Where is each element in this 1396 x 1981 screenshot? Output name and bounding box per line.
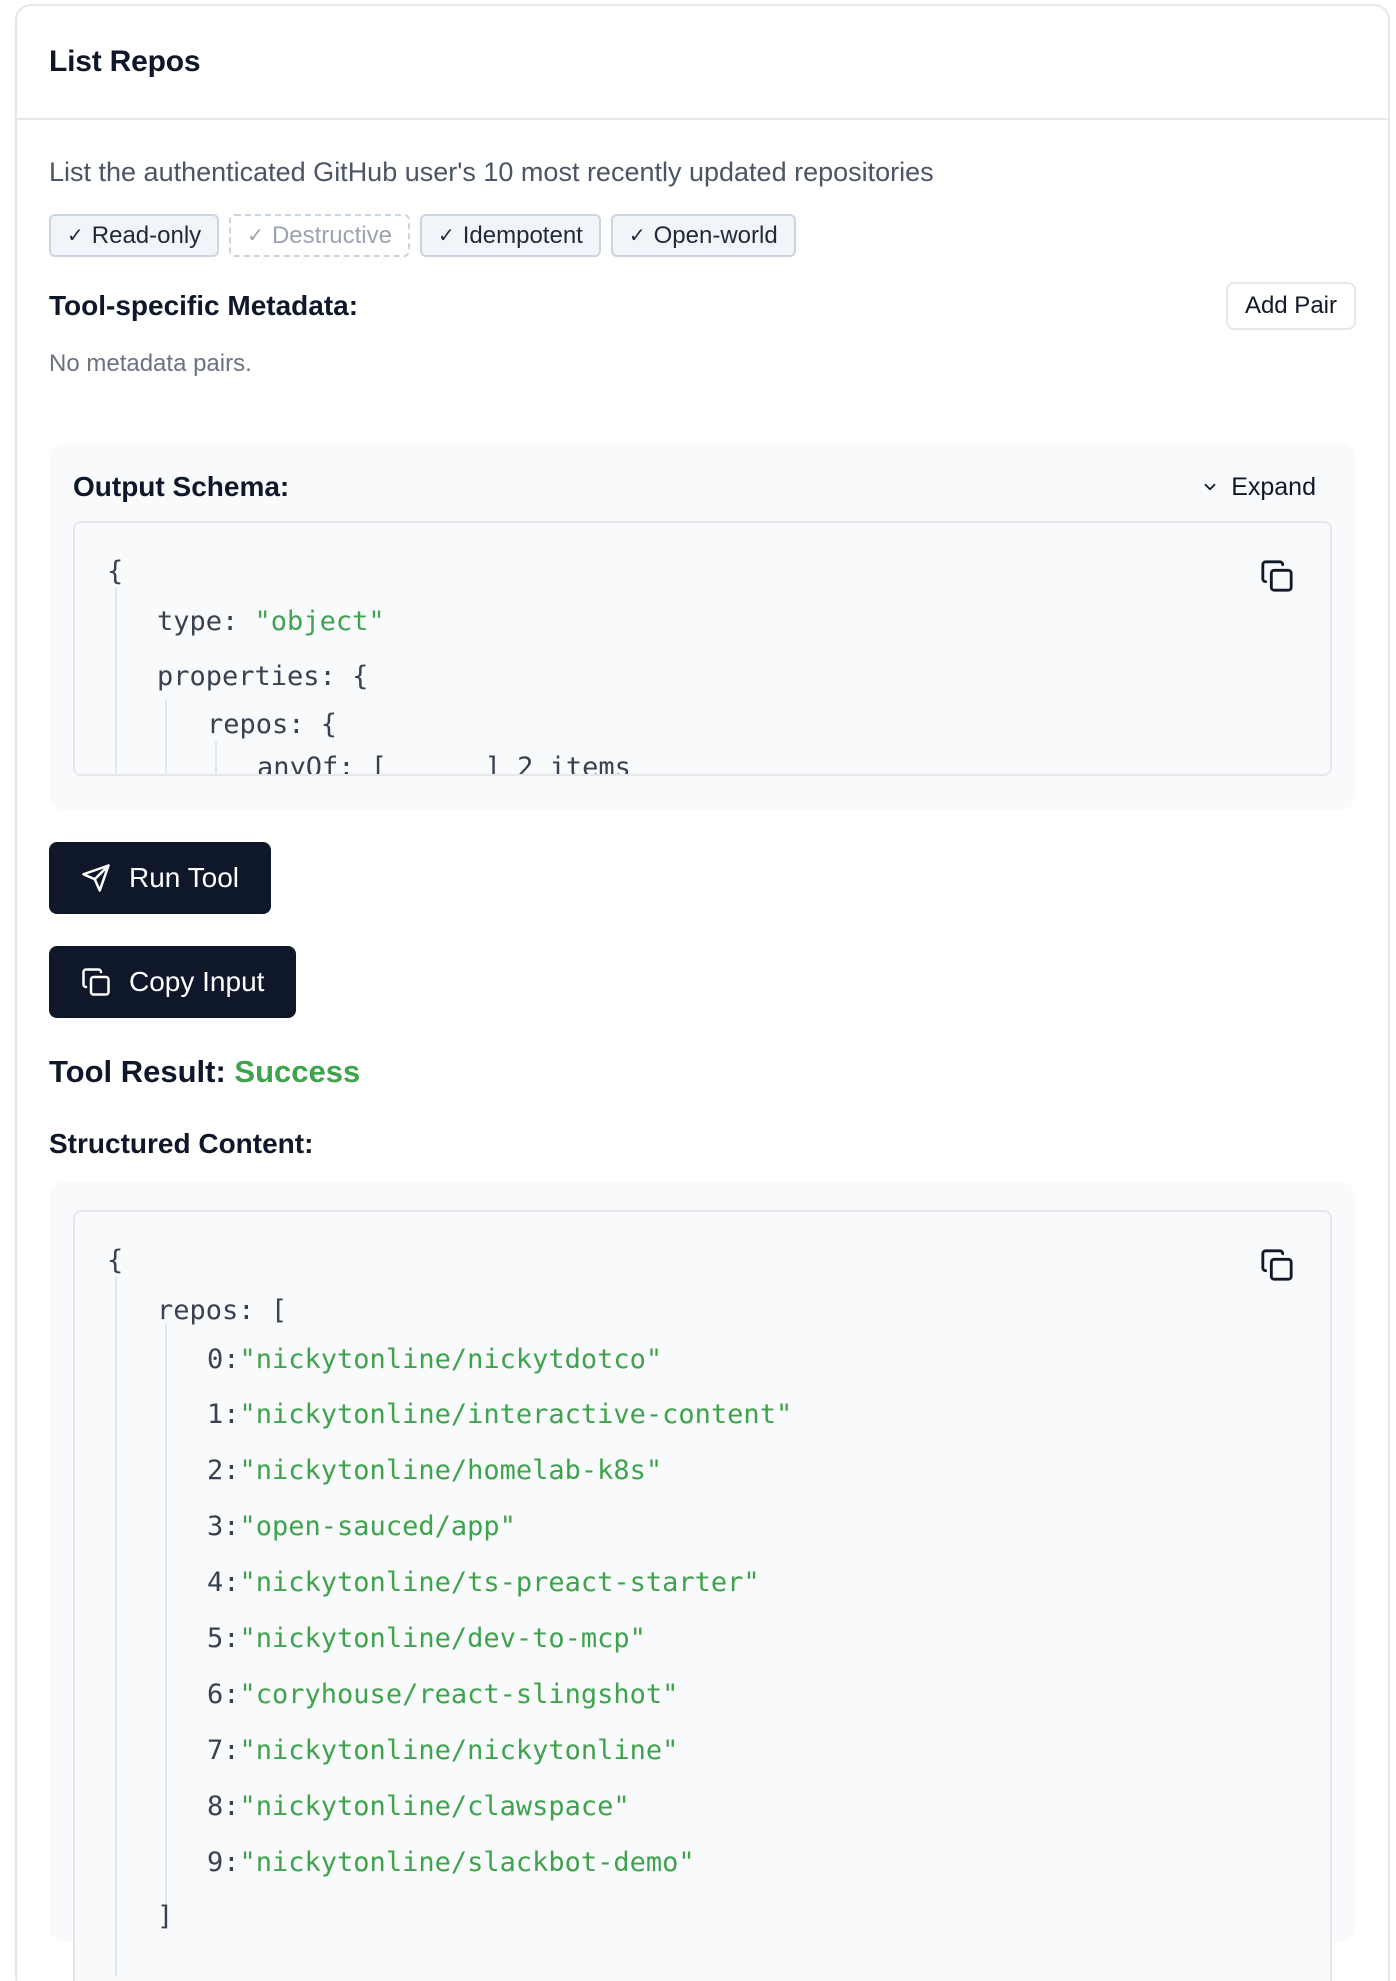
structured-content-title: Structured Content: [49,1128,314,1159]
badge-idempotent: ✓ Idempotent [419,214,601,257]
copy-icon [82,968,110,996]
card-body: List the authenticated GitHub user's 10 … [17,153,1388,1981]
json-line-repos: repos: { [207,709,338,740]
json-array-item: 8:"nickytonline/clawspace" [207,1791,630,1822]
metadata-empty-text: No metadata pairs. [49,350,252,377]
copy-icon[interactable] [1260,559,1294,593]
indent-guide [165,1324,167,1904]
chevron-down-icon [1204,483,1216,491]
json-array-item: 5:"nickytonline/dev-to-mcp" [207,1623,646,1654]
add-pair-button[interactable]: Add Pair [1225,282,1356,330]
tool-result-heading: Tool Result: Success [49,1054,361,1089]
json-array-item: 2:"nickytonline/homelab-k8s" [207,1455,663,1486]
indent-guide [215,741,217,774]
tool-title: List Repos [49,45,201,78]
json-line-properties: properties: { [157,661,369,692]
output-schema-header: Output Schema: Expand [73,471,1332,503]
structured-content-panel: { repos: [ 0:"nickytonline/nickytdotco" … [49,1182,1356,1981]
check-icon: ✓ [247,225,264,247]
check-icon: ✓ [67,225,84,247]
run-tool-button[interactable]: Run Tool [49,842,272,914]
check-icon: ✓ [437,225,455,247]
json-close-bracket: ] [157,1901,174,1932]
metadata-header: Tool-specific Metadata: Add Pair [49,282,1356,330]
json-brace: { [107,1245,124,1276]
json-array-item: 9:"nickytonline/slackbot-demo" [207,1847,695,1878]
output-schema-json: { type: "object" properties: { repos: { … [73,521,1332,776]
annotation-badges: ✓ Read-only ✓ Destructive ✓ Idempotent ✓… [49,214,1356,257]
tool-description: List the authenticated GitHub user's 10 … [49,157,934,187]
check-icon: ✓ [628,225,646,247]
json-array-item: 0:"nickytonline/nickytdotco" [207,1344,663,1375]
json-array-item: 6:"coryhouse/react-slingshot" [207,1679,679,1710]
send-icon [82,864,110,892]
badge-read-only: ✓ Read-only [49,214,220,257]
structured-content-json: { repos: [ 0:"nickytonline/nickytdotco" … [73,1210,1332,1981]
metadata-title: Tool-specific Metadata: [49,290,359,321]
json-brace: { [107,556,124,587]
json-array-item: 1:"nickytonline/interactive-content" [207,1399,793,1430]
indent-guide [165,699,167,774]
json-array-item: 7:"nickytonline/nickytonline" [207,1735,679,1766]
json-line-anyof: anyOf: [ ] 2 items [257,752,631,776]
result-status: Success [234,1054,361,1089]
json-array-item: 4:"nickytonline/ts-preact-starter" [207,1567,760,1598]
json-line-repos: repos: [ [157,1295,288,1326]
copy-icon[interactable] [1260,1248,1294,1282]
json-line-type: type: "object" [157,606,385,637]
json-array-item: 3:"open-sauced/app" [207,1511,516,1542]
expand-toggle[interactable]: Expand [1201,473,1332,502]
badge-open-world: ✓ Open-world [610,214,796,257]
indent-guide [115,1276,117,1976]
output-schema-panel: Output Schema: Expand { type: "object" p… [49,443,1356,810]
card-header: List Repos [17,6,1388,120]
badge-destructive: ✓ Destructive [229,214,410,257]
copy-input-button[interactable]: Copy Input [49,946,297,1018]
output-schema-title: Output Schema: [73,471,290,502]
indent-guide [115,587,117,774]
tool-card: List Repos List the authenticated GitHub… [15,4,1390,1981]
